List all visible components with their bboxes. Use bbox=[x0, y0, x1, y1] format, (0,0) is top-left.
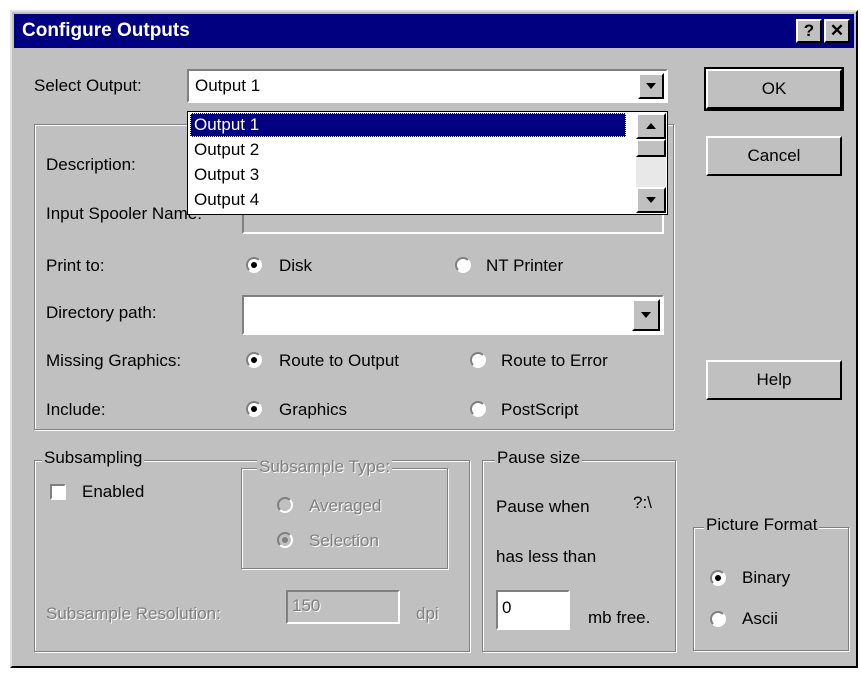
dropdown-scrollbar[interactable] bbox=[636, 113, 666, 213]
averaged-radio[interactable] bbox=[277, 497, 293, 513]
binary-radio[interactable] bbox=[710, 570, 726, 586]
select-output-value: Output 1 bbox=[195, 76, 261, 95]
subsampling-legend: Subsampling bbox=[42, 448, 145, 468]
subsample-type-group bbox=[241, 468, 448, 569]
include-postscript-label: PostScript bbox=[501, 400, 579, 419]
chevron-down-icon bbox=[641, 312, 651, 318]
selection-label: Selection bbox=[309, 531, 379, 550]
include-postscript-radio[interactable] bbox=[470, 401, 486, 417]
selection-radio[interactable] bbox=[277, 532, 293, 548]
subsample-resolution-value: 150 bbox=[292, 596, 321, 615]
pause-size-value: 0 bbox=[502, 598, 512, 617]
pause-drive-label: ?:\ bbox=[633, 493, 652, 512]
averaged-label: Averaged bbox=[309, 496, 382, 515]
spooler-name-label: Input Spooler Name: bbox=[46, 204, 202, 223]
subsampling-enabled-label: Enabled bbox=[82, 482, 145, 501]
print-to-label: Print to: bbox=[46, 256, 105, 275]
mb-free-label: mb free. bbox=[588, 608, 651, 627]
description-label: Description: bbox=[46, 155, 136, 174]
help-button[interactable]: Help bbox=[706, 360, 842, 400]
directory-path-label: Directory path: bbox=[46, 303, 157, 322]
directory-path-dropdown-button[interactable] bbox=[632, 299, 660, 331]
ascii-radio[interactable] bbox=[710, 611, 726, 627]
output-option-3[interactable]: Output 3 bbox=[190, 163, 626, 187]
missing-graphics-label: Missing Graphics: bbox=[46, 351, 182, 370]
scroll-thumb[interactable] bbox=[636, 139, 666, 157]
dialog-title: Configure Outputs bbox=[22, 20, 190, 41]
subsampling-enabled-checkbox[interactable] bbox=[50, 484, 66, 500]
print-nt-radio[interactable] bbox=[455, 257, 471, 273]
chevron-down-icon bbox=[646, 197, 656, 203]
include-graphics-label: Graphics bbox=[279, 400, 348, 419]
scroll-down-button[interactable] bbox=[636, 187, 666, 213]
help-title-button[interactable]: ? bbox=[796, 19, 822, 43]
subsample-type-legend: Subsample Type: bbox=[257, 457, 393, 477]
ascii-label: Ascii bbox=[742, 609, 778, 628]
cancel-button[interactable]: Cancel bbox=[706, 136, 842, 176]
pause-size-input[interactable]: 0 bbox=[496, 590, 570, 630]
route-to-error-label: Route to Error bbox=[501, 351, 608, 370]
directory-path-combo[interactable] bbox=[242, 295, 664, 335]
binary-label: Binary bbox=[742, 568, 791, 587]
picture-format-group bbox=[693, 527, 849, 651]
close-button[interactable]: ✕ bbox=[824, 19, 850, 43]
select-output-label: Select Output: bbox=[34, 76, 142, 95]
select-output-combo[interactable]: Output 1 bbox=[187, 69, 668, 103]
subsample-resolution-label: Subsample Resolution: bbox=[46, 604, 221, 623]
print-nt-label: NT Printer bbox=[486, 256, 564, 275]
dpi-unit-label: dpi bbox=[416, 604, 439, 623]
chevron-down-icon bbox=[646, 83, 656, 89]
picture-format-legend: Picture Format bbox=[704, 515, 820, 535]
select-output-dropdown-button[interactable] bbox=[638, 73, 664, 99]
subsample-resolution-input[interactable]: 150 bbox=[286, 590, 400, 624]
title-bar: Configure Outputs ? ✕ bbox=[14, 14, 854, 48]
ok-button[interactable]: OK bbox=[704, 67, 844, 111]
output-option-4[interactable]: Output 4 bbox=[190, 188, 626, 212]
output-option-1[interactable]: Output 1 bbox=[190, 113, 626, 137]
pause-size-legend: Pause size bbox=[495, 448, 583, 468]
print-disk-label: Disk bbox=[279, 256, 313, 275]
scroll-up-button[interactable] bbox=[636, 113, 666, 139]
has-less-than-label: has less than bbox=[496, 547, 597, 566]
include-graphics-radio[interactable] bbox=[246, 401, 262, 417]
pause-when-label: Pause when bbox=[496, 497, 590, 516]
include-label: Include: bbox=[46, 400, 106, 419]
output-option-2[interactable]: Output 2 bbox=[190, 138, 626, 162]
print-disk-radio[interactable] bbox=[246, 257, 262, 273]
route-to-error-radio[interactable] bbox=[470, 352, 486, 368]
route-to-output-label: Route to Output bbox=[279, 351, 400, 370]
route-to-output-radio[interactable] bbox=[246, 352, 262, 368]
chevron-up-icon bbox=[646, 123, 656, 129]
select-output-dropdown-list: Output 1 Output 2 Output 3 Output 4 bbox=[187, 111, 668, 215]
